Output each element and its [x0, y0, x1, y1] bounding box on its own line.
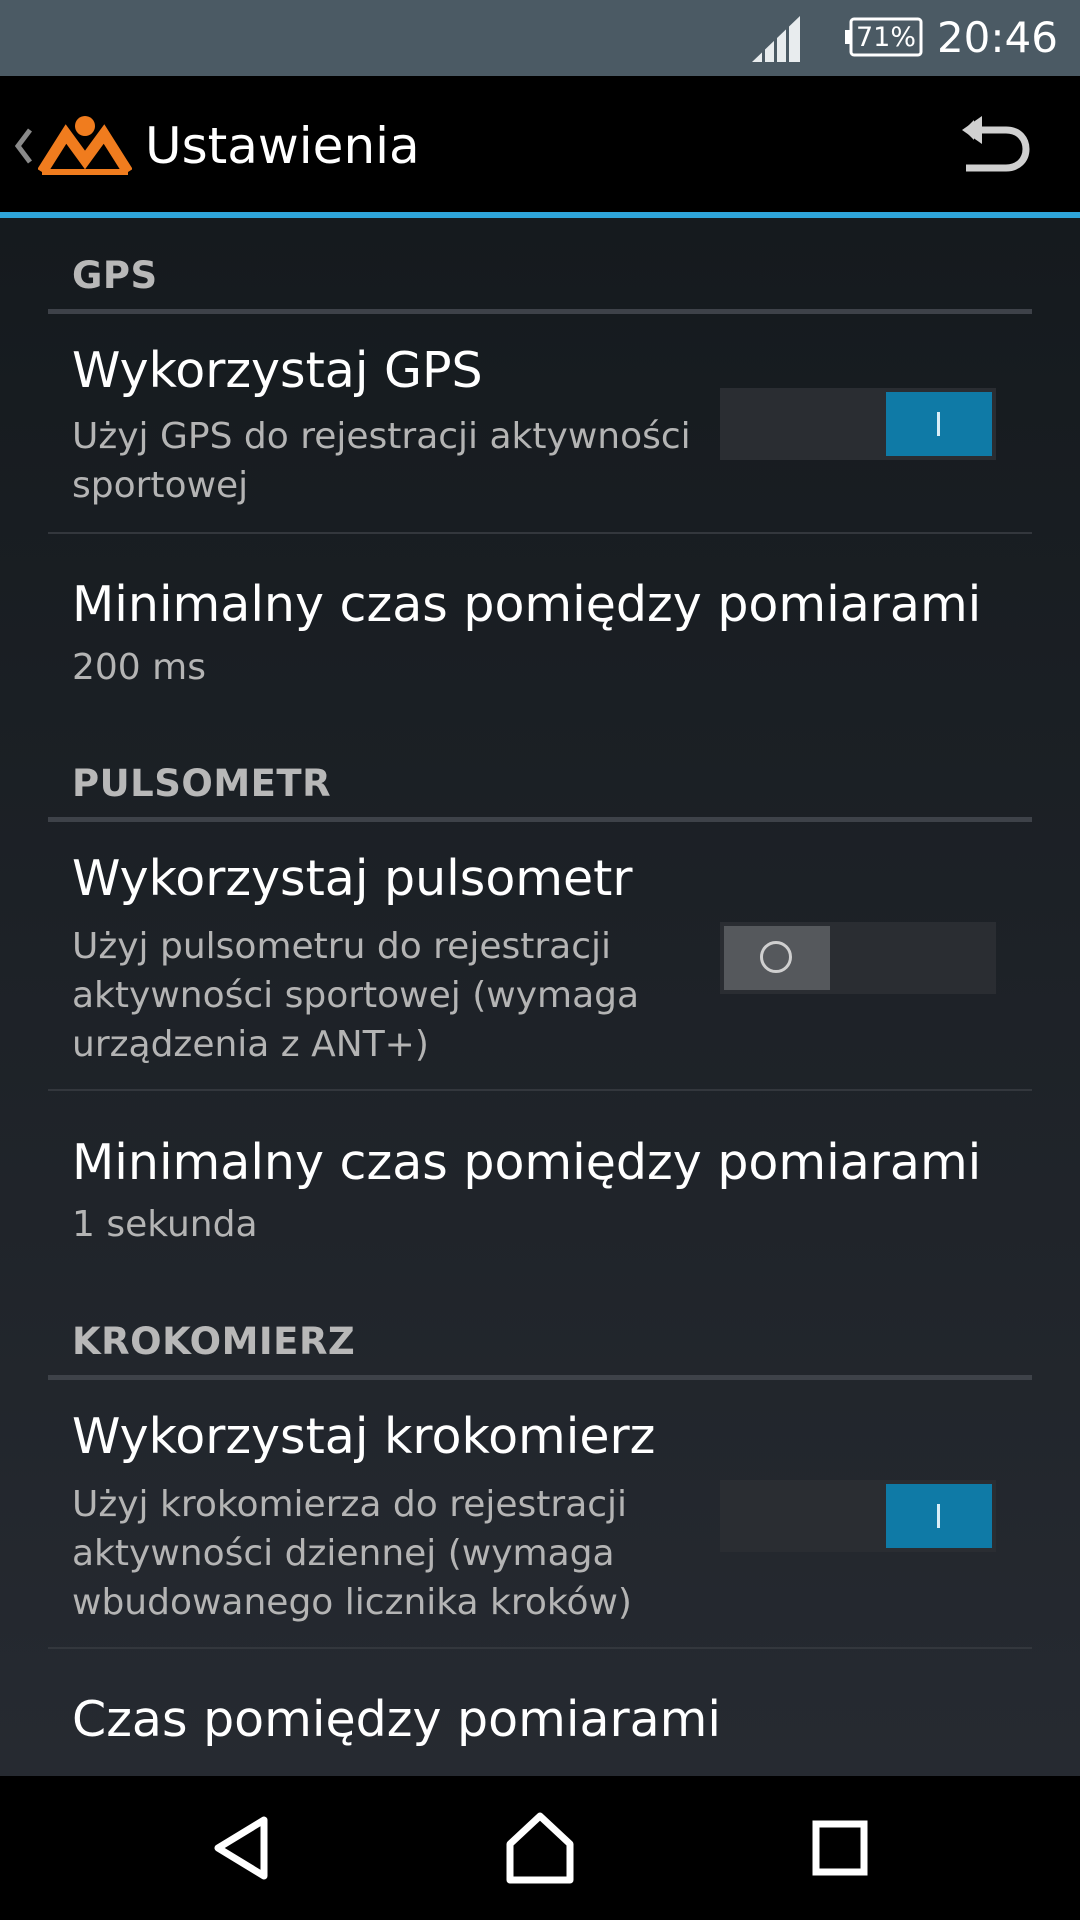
section-rule-gps [48, 309, 1032, 314]
recent-apps-icon[interactable] [798, 1806, 882, 1890]
use-gps-switch[interactable] [720, 388, 996, 460]
divider [48, 1647, 1032, 1649]
action-bar: Ustawienia [0, 76, 1080, 212]
section-header-heart-rate: PULSOMETR [72, 762, 332, 805]
pref-gps-interval-title: Minimalny czas pomiędzy pomiarami [72, 576, 982, 633]
app-logo-icon[interactable] [38, 114, 132, 176]
divider [48, 1089, 1032, 1091]
back-arrow-icon[interactable] [960, 114, 1030, 178]
clock: 20:46 [936, 13, 1058, 62]
switch-on-indicator [937, 1504, 940, 1528]
switch-off-indicator [760, 941, 792, 973]
signal-icon [752, 16, 800, 62]
pref-pedometer-interval-title: Czas pomiędzy pomiarami [72, 1691, 722, 1748]
pref-use-pedometer-title: Wykorzystaj krokomierz [72, 1408, 656, 1465]
pref-use-hrm-title: Wykorzystaj pulsometr [72, 850, 633, 907]
pref-use-pedometer-summary: Użyj krokomierza do rejestracji aktywnoś… [72, 1484, 632, 1623]
section-rule-heart-rate [48, 817, 1032, 822]
use-hrm-switch[interactable] [720, 922, 996, 994]
switch-thumb [724, 926, 830, 990]
settings-list[interactable]: GPS Wykorzystaj GPS Użyj GPS do rejestra… [0, 218, 1080, 1776]
pref-use-gps-summary: Użyj GPS do rejestracji aktywności sport… [72, 416, 691, 506]
use-pedometer-switch[interactable] [720, 1480, 996, 1552]
section-header-gps: GPS [72, 254, 158, 297]
page-title: Ustawienia [145, 117, 420, 175]
pref-hrm-interval-value: 1 sekunda [72, 1204, 258, 1245]
battery-level: 71% [855, 22, 916, 53]
switch-thumb [886, 392, 992, 456]
pref-hrm-interval-title: Minimalny czas pomiędzy pomiarami [72, 1134, 982, 1191]
divider [48, 532, 1032, 534]
up-chevron-icon[interactable] [12, 126, 34, 166]
settings-screen: 71% 20:46 Ustawienia GPS Wykorzystaj GPS… [0, 0, 1080, 1920]
pref-use-hrm-summary: Użyj pulsometru do rejestracji aktywnośc… [72, 926, 640, 1065]
pref-use-gps-title: Wykorzystaj GPS [72, 342, 483, 399]
home-icon[interactable] [498, 1806, 582, 1890]
switch-thumb [886, 1484, 992, 1548]
status-bar: 71% 20:46 [0, 0, 1080, 76]
section-header-pedometer: KROKOMIERZ [72, 1320, 356, 1363]
pref-gps-interval-value: 200 ms [72, 647, 206, 688]
back-icon[interactable] [200, 1806, 284, 1890]
navigation-bar [0, 1776, 1080, 1920]
section-rule-pedometer [48, 1375, 1032, 1380]
switch-on-indicator [937, 412, 940, 436]
